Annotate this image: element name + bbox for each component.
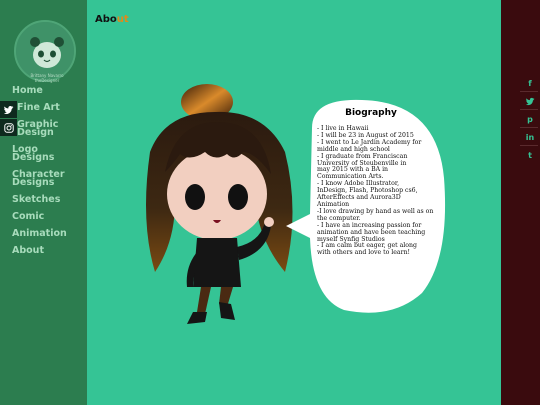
instagram-icon (3, 122, 14, 133)
page-title-main: Abo (95, 14, 117, 25)
nav-home[interactable]: Home (12, 86, 43, 96)
pinterest-button[interactable]: p (522, 111, 538, 127)
tumblr-icon: t (528, 150, 532, 160)
divider (520, 109, 538, 110)
facebook-icon: f (528, 78, 532, 88)
page-title-accent: ut (116, 14, 129, 25)
nav-graphic-design[interactable]: Graphic Design (17, 120, 58, 138)
twitter-icon (525, 97, 535, 105)
pinterest-icon: p (527, 114, 533, 124)
page-title: About (95, 14, 129, 25)
logo-text: Brittany Navarro theDesigner (23, 73, 71, 83)
bio-line: with others and love to learn! (317, 249, 411, 257)
divider (520, 127, 538, 128)
nav-character-designs[interactable]: Character Designs (12, 170, 67, 188)
nav-logo-designs[interactable]: Logo Designs (12, 145, 54, 163)
right-sidebar (501, 0, 540, 405)
facebook-button[interactable]: f (522, 75, 538, 91)
twitter-button-left[interactable] (0, 101, 17, 118)
linkedin-icon: in (525, 132, 535, 142)
nav-comic[interactable]: Comic (12, 212, 44, 222)
linkedin-button[interactable]: in (522, 129, 538, 145)
divider (520, 145, 538, 146)
brand-tagline: theDesigner (34, 78, 60, 83)
instagram-button-left[interactable] (0, 119, 17, 136)
tumblr-button[interactable]: t (522, 147, 538, 163)
biography-text: - I live in Hawaii - I will be 23 in Aug… (317, 125, 435, 257)
nav-fine-art[interactable]: Fine Art (17, 103, 60, 113)
biography-title: Biography (345, 108, 397, 118)
twitter-icon (3, 105, 13, 114)
twitter-button-right[interactable] (522, 93, 538, 109)
nav-about[interactable]: About (12, 246, 44, 256)
divider (520, 91, 538, 92)
nav-animation[interactable]: Animation (12, 229, 67, 239)
nav-sketches[interactable]: Sketches (12, 195, 60, 205)
